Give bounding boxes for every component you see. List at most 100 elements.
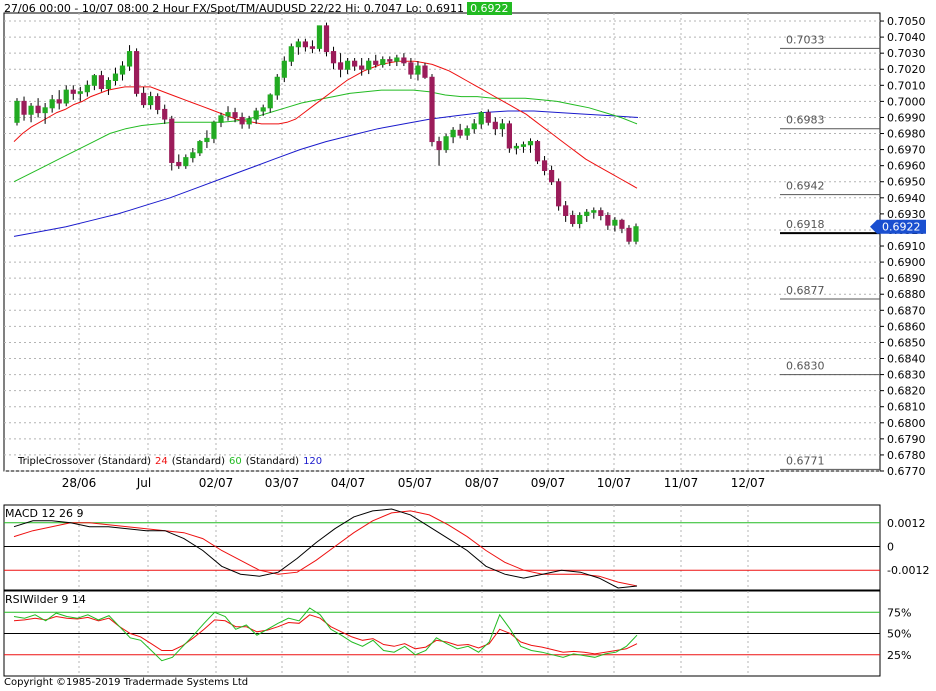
candle-down	[141, 92, 147, 106]
price-tick-label: 0.7050	[887, 15, 926, 28]
candle-down	[541, 160, 548, 171]
candle-down	[387, 59, 393, 62]
candle-down	[239, 116, 245, 125]
candle-up	[119, 65, 126, 75]
candle-down	[309, 46, 316, 49]
level-label: 0.6983	[786, 114, 825, 127]
candle-down	[330, 51, 337, 64]
candle-down	[401, 57, 407, 64]
candle-up	[204, 137, 210, 143]
candle-down	[352, 60, 358, 67]
candle-up	[394, 57, 400, 62]
price-tick-label: 0.6770	[887, 465, 926, 478]
candle-up	[260, 107, 266, 112]
rsi-title: RSIWilder 9 14	[5, 593, 86, 606]
rsi-tick-label: 50%	[887, 628, 911, 641]
candle-up	[366, 60, 372, 70]
price-tick-label: 0.7020	[887, 63, 926, 76]
price-tick-label: 0.7040	[887, 31, 926, 44]
level-label: 0.7033	[786, 33, 825, 46]
legend-item: (Standard)	[246, 456, 299, 467]
candle-down	[169, 118, 175, 163]
candle-up	[612, 219, 618, 226]
legend-item: 120	[303, 456, 322, 467]
price-tick-label: 0.6780	[887, 449, 926, 462]
candle-up	[591, 210, 597, 213]
candle-up	[267, 94, 273, 109]
level-label: 0.6771	[786, 454, 825, 467]
candle-down	[21, 100, 27, 115]
price-tick-label: 0.6880	[887, 288, 926, 301]
candle-up	[14, 100, 20, 123]
price-tick-label: 0.6940	[887, 192, 926, 205]
candle-up	[105, 79, 112, 90]
candle-down	[133, 51, 140, 94]
candle-up	[112, 73, 119, 81]
candle-up	[471, 123, 477, 130]
header-text: 27/06 00:00 - 10/07 08:00 2 Hour FX/Spot…	[4, 2, 465, 15]
candle-up	[633, 226, 639, 242]
candle-down	[56, 99, 62, 104]
last-price-badge: 0.6922	[467, 2, 512, 15]
candle-down	[429, 76, 435, 143]
candle-up	[464, 128, 470, 136]
x-tick-label: 04/07	[331, 476, 366, 490]
candle-down	[98, 75, 105, 90]
price-tick-label: 0.6790	[887, 433, 926, 446]
rsi-9-line	[13, 607, 638, 662]
candle-down	[35, 105, 41, 114]
legend-item: 60	[229, 456, 242, 467]
x-tick-label: 09/07	[531, 476, 566, 490]
price-tick-label: 0.6970	[887, 144, 926, 157]
candle-up	[148, 96, 154, 106]
candle-up	[344, 60, 351, 70]
price-tick-label: 0.6930	[887, 208, 926, 221]
candle-up	[450, 129, 456, 138]
candle-up	[288, 46, 294, 62]
macd-tick-label: 0	[887, 541, 894, 554]
candle-up	[126, 51, 133, 67]
legend-item: 24	[155, 456, 168, 467]
candle-down	[548, 169, 555, 183]
candle-up	[499, 123, 505, 130]
price-tick-label: 0.6870	[887, 304, 926, 317]
price-tick-label: 0.7030	[887, 47, 926, 60]
macd-signal-line	[13, 510, 638, 587]
candle-up	[77, 91, 83, 94]
macd-tick-label: -0.0012	[887, 564, 929, 577]
candle-up	[49, 99, 55, 109]
copyright-text: Copyright ©1985-2019 Tradermade Systems …	[4, 677, 249, 688]
level-label: 0.6942	[786, 180, 825, 193]
candle-up	[527, 141, 534, 146]
candle-down	[626, 227, 632, 242]
candle-up	[218, 115, 224, 123]
price-tick-label: 0.6960	[887, 160, 926, 173]
candle-down	[485, 112, 491, 123]
x-tick-label: 28/06	[62, 476, 97, 490]
price-tick-label: 0.6850	[887, 336, 926, 349]
price-tick-label: 0.6810	[887, 401, 926, 414]
price-tick-label: 0.6820	[887, 385, 926, 398]
candle-up	[281, 60, 287, 78]
price-tick-label: 0.6900	[887, 256, 926, 269]
x-tick-label: 11/07	[664, 476, 699, 490]
macd-title: MACD 12 26 9	[5, 507, 83, 520]
candle-down	[232, 112, 238, 118]
price-tick-label: 0.6910	[887, 240, 926, 253]
x-tick-label: 12/07	[731, 476, 766, 490]
candle-up	[246, 118, 252, 125]
candle-down	[70, 89, 76, 94]
candle-down	[359, 65, 365, 70]
candle-down	[323, 25, 330, 53]
candle-up	[478, 112, 484, 125]
current-price-label: 0.6922	[882, 221, 921, 234]
legend-item: (Standard)	[172, 456, 225, 467]
price-tick-label: 0.7000	[887, 95, 926, 108]
price-tick-label: 0.6800	[887, 417, 926, 430]
x-tick-label: 05/07	[398, 476, 433, 490]
candle-up	[225, 112, 231, 117]
candle-up	[520, 144, 527, 147]
candle-down	[337, 62, 344, 70]
level-label: 0.6918	[786, 218, 825, 231]
candle-up	[584, 211, 590, 216]
